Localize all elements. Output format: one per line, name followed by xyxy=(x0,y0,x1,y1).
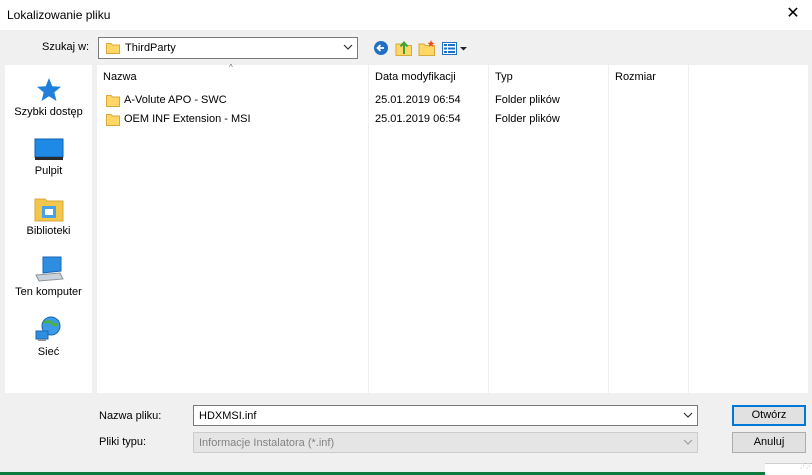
place-desktop[interactable]: Pulpit xyxy=(5,138,92,177)
chevron-down-icon xyxy=(343,44,353,50)
look-in-value: ThirdParty xyxy=(125,42,176,54)
column-header-type[interactable]: Typ xyxy=(489,65,609,88)
title-bar: Lokalizowanie pliku ✕ xyxy=(0,0,812,30)
place-label: Sieć xyxy=(37,346,60,358)
libraries-icon xyxy=(34,198,63,222)
desktop-icon xyxy=(34,138,63,160)
filetype-select: Informacje Instalatora (*.inf) xyxy=(193,432,698,453)
place-libraries[interactable]: Biblioteki xyxy=(5,196,92,237)
file-date: 25.01.2019 06:54 xyxy=(375,94,461,106)
places-bar: Szybki dostęp Pulpit Biblioteki Ten komp… xyxy=(5,65,92,393)
folder-icon xyxy=(106,43,120,54)
filename-label: Nazwa pliku: xyxy=(99,410,162,422)
column-header-size[interactable]: Rozmiar xyxy=(609,65,689,88)
close-button[interactable]: ✕ xyxy=(778,2,808,28)
filetype-value: Informacje Instalatora (*.inf) xyxy=(199,437,335,449)
folder-icon xyxy=(106,114,120,126)
file-name: A-Volute APO - SWC xyxy=(124,94,227,106)
new-folder-icon[interactable] xyxy=(418,38,436,58)
look-in-label: Szukaj w: xyxy=(42,41,90,53)
cancel-button[interactable]: Anuluj xyxy=(732,432,806,453)
view-menu-icon[interactable] xyxy=(441,38,469,58)
column-header-name[interactable]: Nazwa xyxy=(97,65,368,88)
file-row[interactable]: A-Volute APO - SWC 25.01.2019 06:54 Fold… xyxy=(97,91,689,110)
place-label: Pulpit xyxy=(34,165,63,177)
place-this-pc[interactable]: Ten komputer xyxy=(5,255,92,298)
place-label: Ten komputer xyxy=(15,286,82,298)
place-quick-access[interactable]: Szybki dostęp xyxy=(5,77,92,118)
place-network[interactable]: Sieć xyxy=(5,315,92,358)
place-label: Biblioteki xyxy=(26,225,71,237)
chevron-down-icon xyxy=(683,439,693,445)
place-label: Szybki dostęp xyxy=(14,106,83,118)
file-type: Folder plików xyxy=(495,113,560,125)
file-row[interactable]: OEM INF Extension - MSI 25.01.2019 06:54… xyxy=(97,110,689,129)
window-title: Lokalizowanie pliku xyxy=(7,8,111,22)
file-name: OEM INF Extension - MSI xyxy=(124,113,251,125)
open-button[interactable]: Otwórz xyxy=(732,405,806,426)
look-in-dropdown[interactable]: ThirdParty xyxy=(98,37,358,59)
folder-icon xyxy=(106,95,120,107)
resize-grip-icon[interactable]: ⋰⋰ xyxy=(800,462,812,470)
file-list[interactable]: ^ Nazwa Data modyfikacji Typ Rozmiar A-V… xyxy=(97,63,808,393)
up-folder-icon[interactable] xyxy=(395,38,413,58)
filename-value: HDXMSI.inf xyxy=(199,410,257,422)
chevron-down-icon[interactable] xyxy=(683,410,693,420)
filename-input[interactable]: HDXMSI.inf xyxy=(193,405,698,426)
back-icon[interactable] xyxy=(372,38,390,58)
star-icon xyxy=(36,78,61,101)
network-icon xyxy=(35,316,60,341)
column-header-date[interactable]: Data modyfikacji xyxy=(369,65,489,88)
file-date: 25.01.2019 06:54 xyxy=(375,113,461,125)
filetype-label: Pliki typu: xyxy=(99,436,147,448)
file-type: Folder plików xyxy=(495,94,560,106)
computer-icon xyxy=(34,256,64,282)
